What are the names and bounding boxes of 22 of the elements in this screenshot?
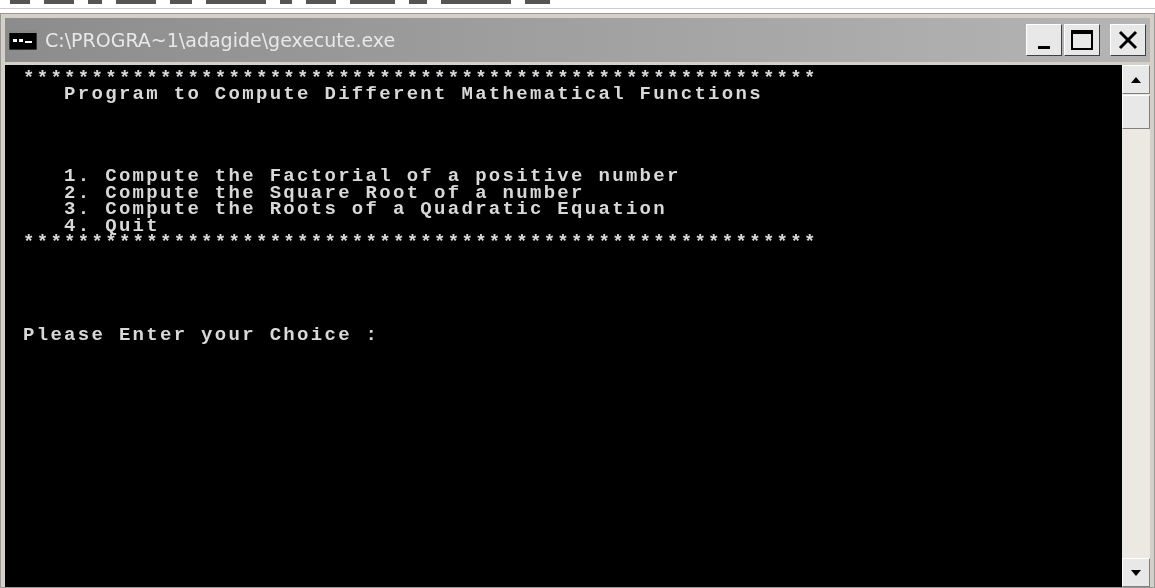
asterisk-rule: ********************************************************** <box>23 233 819 251</box>
minimize-icon <box>1038 45 1050 49</box>
window-title: C:\PROGRA~1\adagide\gexecute.exe <box>45 29 397 51</box>
menu-option: 4. Quit <box>23 217 1122 234</box>
menu-option: 1. Compute the Factorial of a positive number <box>23 168 1122 185</box>
close-icon <box>1118 30 1138 50</box>
scroll-down-button[interactable] <box>1122 558 1150 587</box>
scroll-up-button[interactable] <box>1122 65 1150 94</box>
up-arrow-icon <box>1131 76 1141 83</box>
program-heading: Program to Compute Different Mathematical Functions <box>63 86 764 103</box>
close-button[interactable] <box>1110 24 1146 56</box>
menu-option: 2. Compute the Square Root of a number <box>23 184 1122 202</box>
down-arrow-icon <box>1131 569 1141 576</box>
scroll-thumb[interactable] <box>1122 95 1150 129</box>
asterisk-rule: ********************************************************** <box>23 70 819 87</box>
minimize-button[interactable] <box>1026 24 1062 56</box>
maximize-button[interactable] <box>1064 24 1100 56</box>
console-icon <box>9 30 37 50</box>
input-prompt: Please Enter your Choice : <box>23 327 381 344</box>
vertical-scrollbar[interactable] <box>1122 65 1150 587</box>
maximize-icon <box>1071 30 1093 50</box>
menu-option: 3. Compute the Roots of a Quadratic Equation <box>23 201 1122 218</box>
